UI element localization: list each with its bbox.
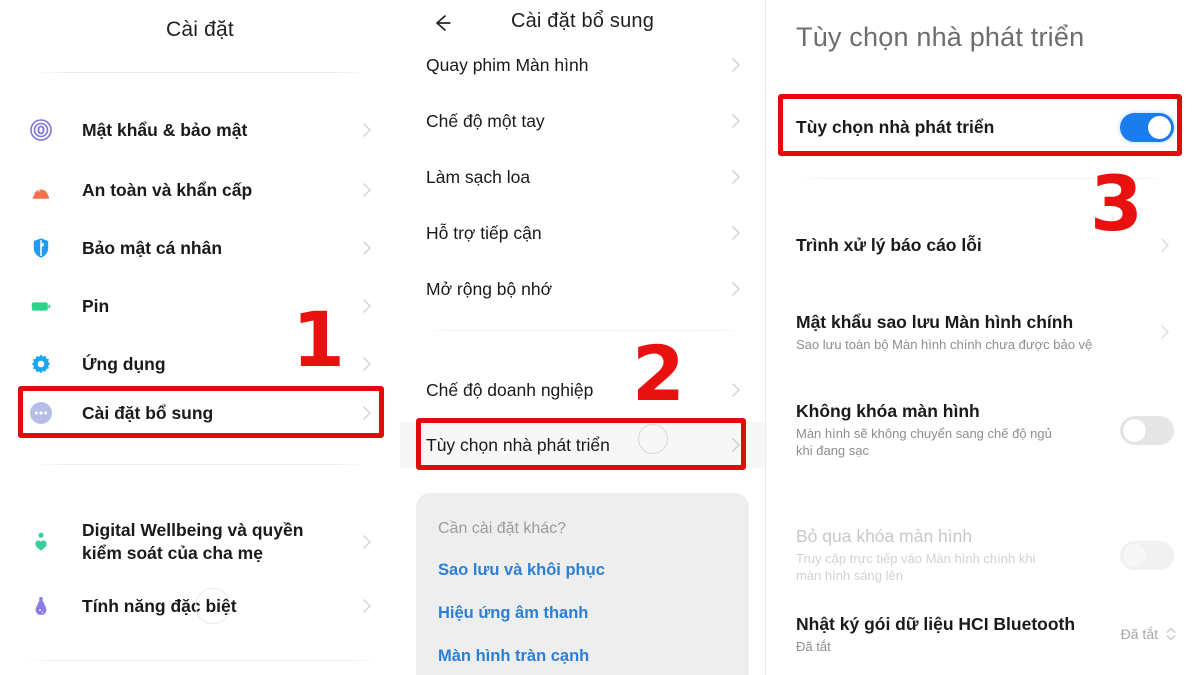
page-title: Tùy chọn nhà phát triển [796,22,1085,52]
row-label: Mở rộng bộ nhớ [426,278,553,299]
settings-row-personal-privacy[interactable]: Bảo mật cá nhân [0,222,400,274]
settings-row-additional-settings[interactable]: Cài đặt bổ sung [0,386,400,440]
row-label: Không khóa màn hình [796,401,980,422]
panel1-header: Cài đặt [0,0,400,42]
developer-row-skip-lock-screen[interactable]: Bỏ qua khóa màn hình Truy cập trực tiếp … [766,520,1200,590]
stepper-updown-icon[interactable] [1164,624,1178,644]
row-label: Tùy chọn nhà phát triển [426,434,610,455]
chevron-right-icon [358,181,376,199]
chevron-right-icon [727,112,745,130]
row-sublabel: Truy cập trực tiếp vào Màn hình chính kh… [796,550,1036,584]
row-sublabel: Đã tắt [796,638,831,654]
row-label: Digital Wellbeing và quyền kiểm soát của… [82,520,304,563]
page-title: Cài đặt [166,18,234,41]
panel2-header: Cài đặt bổ sung [400,0,765,33]
privacy-shield-icon [24,231,58,265]
additional-row-clean-speaker[interactable]: Làm sạch loa [400,157,765,197]
suggestion-link-sound-effects[interactable]: Hiệu ứng âm thanh [438,604,588,623]
back-arrow-icon[interactable] [426,8,456,38]
chevron-right-icon [727,280,745,298]
group-divider [426,330,743,331]
suggestion-link-backup-restore[interactable]: Sao lưu và khôi phục [438,561,605,580]
row-label: Hỗ trợ tiếp cận [426,222,542,243]
panel-additional-settings: Cài đặt bổ sung Quay phim Màn hình Chế đ… [400,0,765,675]
step-number-2: 2 [632,329,685,418]
step-number-1: 1 [292,295,345,384]
developer-row-desktop-backup-password[interactable]: Mật khẩu sao lưu Màn hình chính Sao lưu … [766,306,1200,358]
row-label: Làm sạch loa [426,166,531,187]
toggle-knob [1148,115,1171,139]
suggestions-title: Cần cài đặt khác? [438,520,567,537]
row-sublabel: Màn hình sẽ không chuyển sang chế độ ngủ… [796,425,1052,459]
settings-row-password-security[interactable]: Mật khẩu & bảo mật [0,104,400,156]
row-label: Nhật ký gói dữ liệu HCI Bluetooth [796,613,1076,634]
chevron-right-icon [727,168,745,186]
chevron-right-icon [727,436,745,454]
chevron-right-icon [727,56,745,74]
row-label: Bảo mật cá nhân [82,237,223,258]
chevron-right-icon [1156,236,1174,254]
settings-row-safety-emergency[interactable]: An toàn và khẩn cấp [0,164,400,216]
row-label: Quay phim Màn hình [426,54,589,75]
row-label: Mật khẩu sao lưu Màn hình chính [796,311,1074,332]
suggestions-card: Cần cài đặt khác? Sao lưu và khôi phục H… [416,493,749,675]
battery-icon [24,289,58,323]
more-dots-icon [24,396,58,430]
special-features-flask-icon [24,589,58,623]
row-label: An toàn và khẩn cấp [82,179,253,200]
row-label: Cài đặt bổ sung [82,402,214,423]
row-sublabel: Sao lưu toàn bộ Màn hình chính chưa được… [796,336,1093,352]
chevron-right-icon [358,404,376,422]
additional-row-screen-recorder[interactable]: Quay phim Màn hình [400,45,765,85]
header-divider [30,72,370,73]
touch-ripple-indicator [195,588,231,624]
developer-row-stay-awake[interactable]: Không khóa màn hình Màn hình sẽ không ch… [766,395,1200,465]
group-divider [20,660,382,661]
stay-awake-toggle[interactable] [1120,415,1174,445]
wellbeing-heart-icon [24,525,58,559]
developer-options-toggle[interactable] [1120,112,1174,142]
step-number-3: 3 [1090,159,1143,248]
suggestion-link-edge-display[interactable]: Màn hình tràn cạnh [438,647,589,666]
toggle-knob [1123,418,1146,442]
panel-developer-options: Tùy chọn nhà phát triển Tùy chọn nhà phá… [765,0,1200,675]
chevron-right-icon [727,381,745,399]
gear-icon [24,347,58,381]
additional-row-developer-options[interactable]: Tùy chọn nhà phát triển [400,422,765,468]
emergency-siren-icon [24,173,58,207]
row-label: Bỏ qua khóa màn hình [796,526,973,547]
tutorial-screenshot: Cài đặt Mật khẩu & bảo mật An toàn và kh… [0,0,1200,675]
toggle-knob [1123,543,1146,567]
chevron-right-icon [358,239,376,257]
group-divider [30,464,370,465]
additional-row-memory-extension[interactable]: Mở rộng bộ nhớ [400,269,765,309]
chevron-right-icon [358,355,376,373]
developer-row-bluetooth-hci-log[interactable]: Nhật ký gói dữ liệu HCI Bluetooth Đã tắt… [766,608,1200,660]
touch-ripple-indicator [638,424,668,454]
chevron-right-icon [358,597,376,615]
additional-row-accessibility[interactable]: Hỗ trợ tiếp cận [400,213,765,253]
row-label: Chế độ một tay [426,110,545,131]
chevron-right-icon [358,533,376,551]
fingerprint-icon [24,113,58,147]
additional-row-enterprise-mode[interactable]: Chế độ doanh nghiệp [400,370,765,410]
row-label: Mật khẩu & bảo mật [82,119,248,140]
row-value: Đã tắt [1120,626,1158,642]
row-label: Tùy chọn nhà phát triển [796,116,995,137]
chevron-right-icon [358,297,376,315]
developer-options-master-row[interactable]: Tùy chọn nhà phát triển [766,100,1200,154]
settings-row-digital-wellbeing[interactable]: Digital Wellbeing và quyền kiểm soát của… [0,514,400,570]
chevron-right-icon [358,121,376,139]
chevron-right-icon [1156,323,1174,341]
additional-row-one-handed-mode[interactable]: Chế độ một tay [400,101,765,141]
skip-lock-screen-toggle[interactable] [1120,540,1174,570]
chevron-right-icon [727,224,745,242]
